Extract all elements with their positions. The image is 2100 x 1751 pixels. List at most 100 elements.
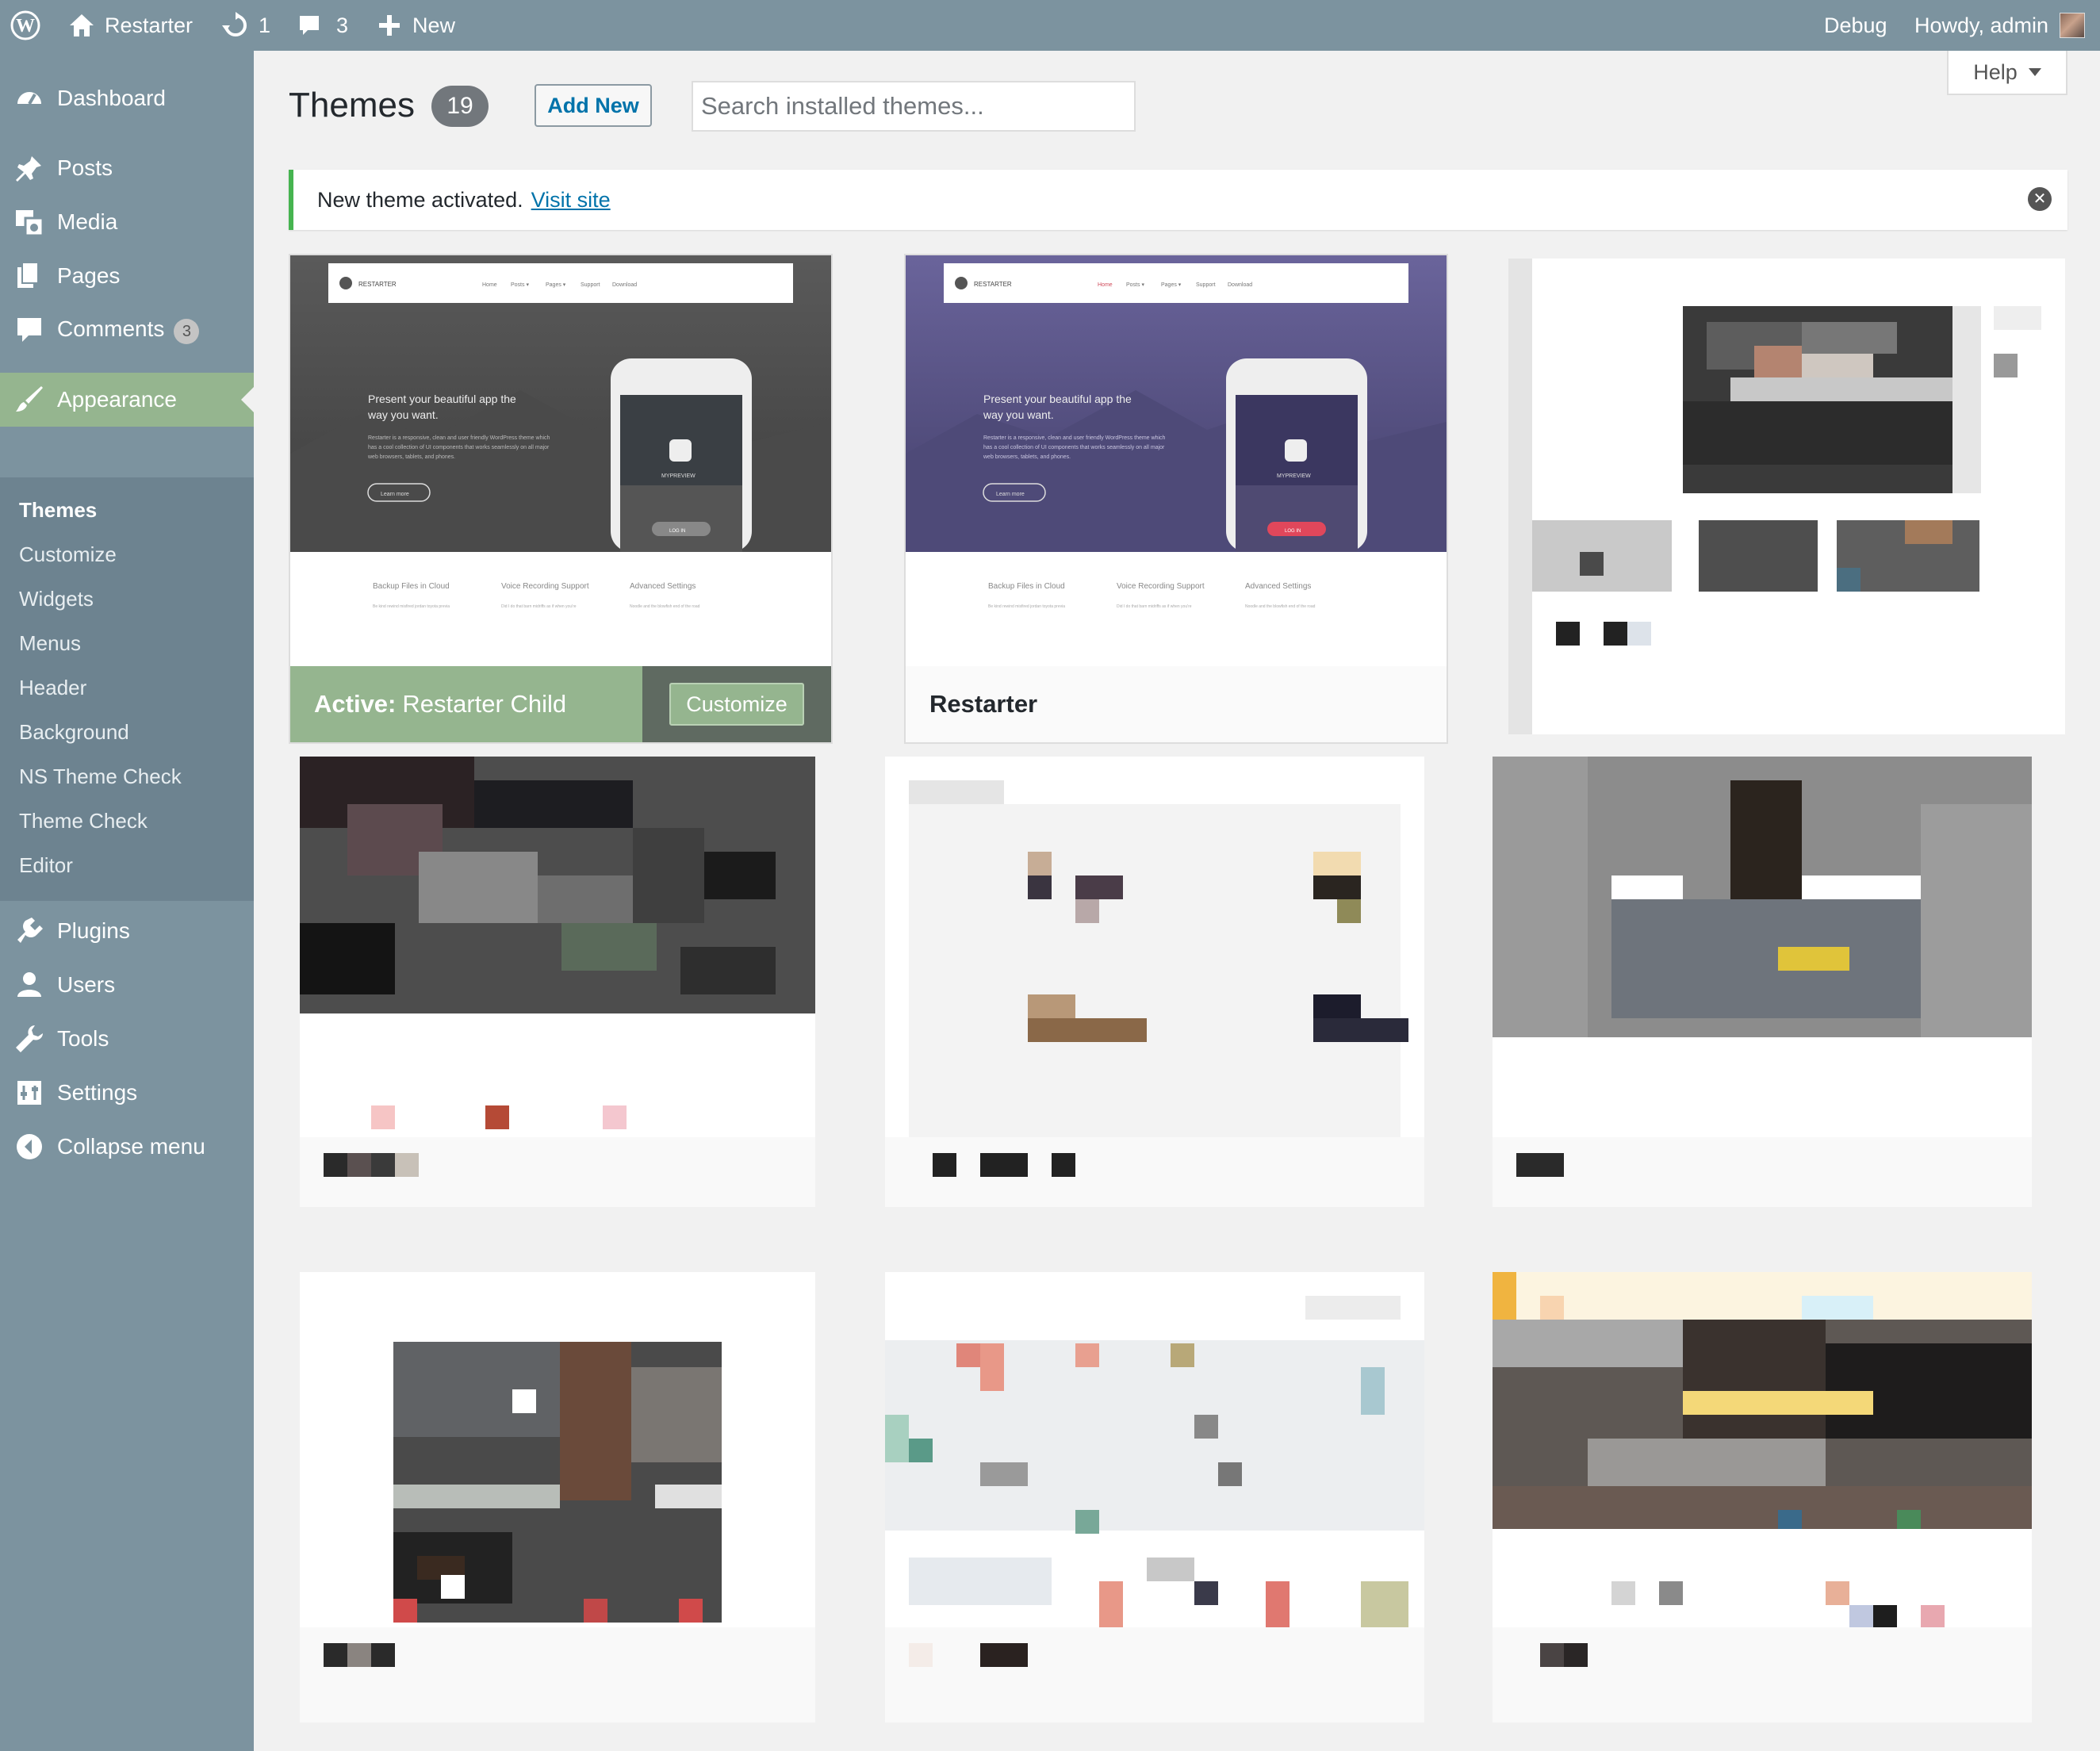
media-icon: [14, 207, 44, 237]
svg-text:has a cool collection of UI co: has a cool collection of UI components t…: [983, 445, 1165, 450]
svg-text:Restarter is a responsive, cle: Restarter is a responsive, clean and use…: [983, 435, 1166, 441]
theme-card[interactable]: [1493, 1272, 2032, 1722]
theme-screenshot: [1508, 259, 2041, 734]
theme-screenshot: RESTARTER Home Posts ▾ Pages ▾ Support D…: [906, 255, 1447, 617]
howdy-label: Howdy, admin: [1914, 13, 2049, 37]
current-menu-arrow: [241, 387, 254, 412]
sidebar-item-label: Posts: [57, 155, 113, 180]
svg-text:Posts ▾: Posts ▾: [511, 282, 529, 288]
sidebar-item-label: Comments: [57, 316, 165, 341]
sidebar-item-label: Plugins: [57, 918, 130, 943]
debug-link[interactable]: Debug: [1824, 0, 1887, 51]
sidebar-item-media[interactable]: Media: [0, 195, 254, 249]
new-content-link[interactable]: New: [377, 0, 455, 51]
theme-screenshot: [300, 757, 815, 1207]
svg-text:web browsers, tablets, and pho: web browsers, tablets, and phones.: [367, 454, 455, 460]
theme-card[interactable]: [300, 757, 815, 1207]
theme-card[interactable]: [300, 1272, 815, 1722]
sidebar-item-label: Pages: [57, 263, 121, 288]
dismiss-notice-icon[interactable]: ✕: [2028, 187, 2052, 211]
svg-text:Present your beautiful app the: Present your beautiful app the: [368, 393, 516, 405]
customize-button[interactable]: Customize: [669, 683, 804, 726]
admin-sidebar: Dashboard Posts Media Pages Comments 3 Ap…: [0, 51, 254, 1751]
svg-text:Support: Support: [581, 282, 600, 288]
page-title: Themes: [289, 86, 415, 125]
submenu-item-customize[interactable]: Customize: [19, 542, 117, 567]
wordpress-logo-icon[interactable]: W: [10, 0, 41, 51]
theme-count-badge: 19: [431, 86, 489, 127]
plus-icon: [377, 13, 401, 37]
theme-screenshot: [1493, 1272, 2032, 1722]
collapse-menu-button[interactable]: Collapse menu: [0, 1120, 254, 1174]
svg-text:Advanced Settings: Advanced Settings: [630, 582, 696, 591]
svg-text:Voice Recording Support: Voice Recording Support: [501, 582, 589, 591]
main-content: Themes 19 Add New Help New theme activat…: [254, 51, 2100, 1751]
theme-card-restarter[interactable]: RESTARTER Home Posts ▾ Pages ▾ Support D…: [904, 254, 1448, 744]
svg-text:Noodle and the blowfish end of: Noodle and the blowfish end of the road: [1245, 604, 1316, 609]
svg-text:Restarter is a responsive, cle: Restarter is a responsive, clean and use…: [368, 435, 550, 441]
submenu-item-editor[interactable]: Editor: [19, 853, 73, 878]
search-themes-input[interactable]: [692, 81, 1136, 132]
svg-text:Be kind rewind misfired jordan: Be kind rewind misfired jordan toyota pr…: [988, 604, 1065, 609]
submenu-item-themes[interactable]: Themes: [19, 498, 97, 523]
submenu-item-header[interactable]: Header: [19, 676, 86, 700]
sidebar-item-plugins[interactable]: Plugins: [0, 904, 254, 958]
wrench-icon: [14, 1024, 44, 1054]
sidebar-item-label: Tools: [57, 1026, 109, 1051]
submenu-item-ns-theme-check[interactable]: NS Theme Check: [19, 764, 182, 789]
my-account-link[interactable]: Howdy, admin: [1914, 0, 2086, 51]
svg-text:Home: Home: [1098, 282, 1113, 288]
caret-down-icon: [2028, 68, 2041, 76]
svg-text:Posts ▾: Posts ▾: [1126, 282, 1144, 288]
theme-footer: Restarter: [906, 666, 1447, 742]
sidebar-item-label-wrap: Comments 3: [57, 316, 200, 344]
help-tab-button[interactable]: Help: [1947, 51, 2067, 95]
updates-link[interactable]: 1: [222, 0, 270, 51]
sidebar-item-label: Collapse menu: [57, 1134, 205, 1159]
theme-screenshot: [1493, 757, 2032, 1207]
sidebar-item-tools[interactable]: Tools: [0, 1012, 254, 1066]
collapse-icon: [14, 1132, 44, 1162]
comments-link[interactable]: 3: [297, 0, 348, 51]
theme-screenshot: RESTARTER Home Posts ▾ Pages ▾ Support D…: [290, 255, 831, 617]
svg-text:LOG IN: LOG IN: [1285, 529, 1301, 534]
comment-bubble-icon: [297, 13, 322, 38]
admin-bar: W Restarter 1 3 New Debug Howdy, admin: [0, 0, 2100, 51]
submenu-item-menus[interactable]: Menus: [19, 631, 81, 656]
sidebar-item-pages[interactable]: Pages: [0, 249, 254, 303]
sidebar-item-settings[interactable]: Settings: [0, 1066, 254, 1120]
visit-site-link[interactable]: Visit site: [531, 188, 611, 213]
submenu-item-theme-check[interactable]: Theme Check: [19, 809, 148, 833]
sidebar-item-label: Settings: [57, 1080, 138, 1105]
svg-text:Pages ▾: Pages ▾: [1161, 282, 1182, 288]
theme-card[interactable]: [1493, 757, 2032, 1207]
svg-text:MYPREVIEW: MYPREVIEW: [661, 473, 696, 479]
home-icon: [68, 13, 95, 38]
svg-text:Backup Files in Cloud: Backup Files in Cloud: [373, 582, 450, 591]
sidebar-item-appearance[interactable]: Appearance: [0, 373, 254, 427]
submenu-item-background[interactable]: Background: [19, 720, 129, 745]
svg-text:Be kind rewind misfired jordan: Be kind rewind misfired jordan toyota pr…: [373, 604, 450, 609]
theme-name: Restarter: [929, 690, 1038, 718]
sidebar-item-posts[interactable]: Posts: [0, 141, 254, 195]
comments-count-badge: 3: [174, 318, 200, 344]
dashboard-icon: [14, 83, 44, 113]
theme-activated-notice: New theme activated. Visit site ✕: [289, 170, 2067, 230]
add-new-theme-button[interactable]: Add New: [535, 84, 652, 127]
comment-icon: [14, 315, 44, 345]
refresh-icon: [222, 12, 249, 39]
avatar: [2060, 13, 2086, 38]
sidebar-item-comments[interactable]: Comments 3: [0, 303, 254, 357]
theme-name: Restarter Child: [402, 690, 567, 718]
theme-card[interactable]: [1508, 259, 2065, 734]
site-name-link[interactable]: Restarter: [68, 0, 193, 51]
theme-card-restarter-child[interactable]: RESTARTER Home Posts ▾ Pages ▾ Support D…: [289, 254, 833, 744]
sidebar-item-dashboard[interactable]: Dashboard: [0, 71, 254, 125]
theme-card[interactable]: [885, 757, 1424, 1207]
submenu-item-widgets[interactable]: Widgets: [19, 587, 94, 611]
sidebar-item-users[interactable]: Users: [0, 958, 254, 1012]
theme-card[interactable]: [885, 1272, 1424, 1722]
svg-text:Pages ▾: Pages ▾: [546, 282, 566, 288]
svg-text:Voice Recording Support: Voice Recording Support: [1117, 582, 1205, 591]
new-label: New: [412, 13, 456, 37]
